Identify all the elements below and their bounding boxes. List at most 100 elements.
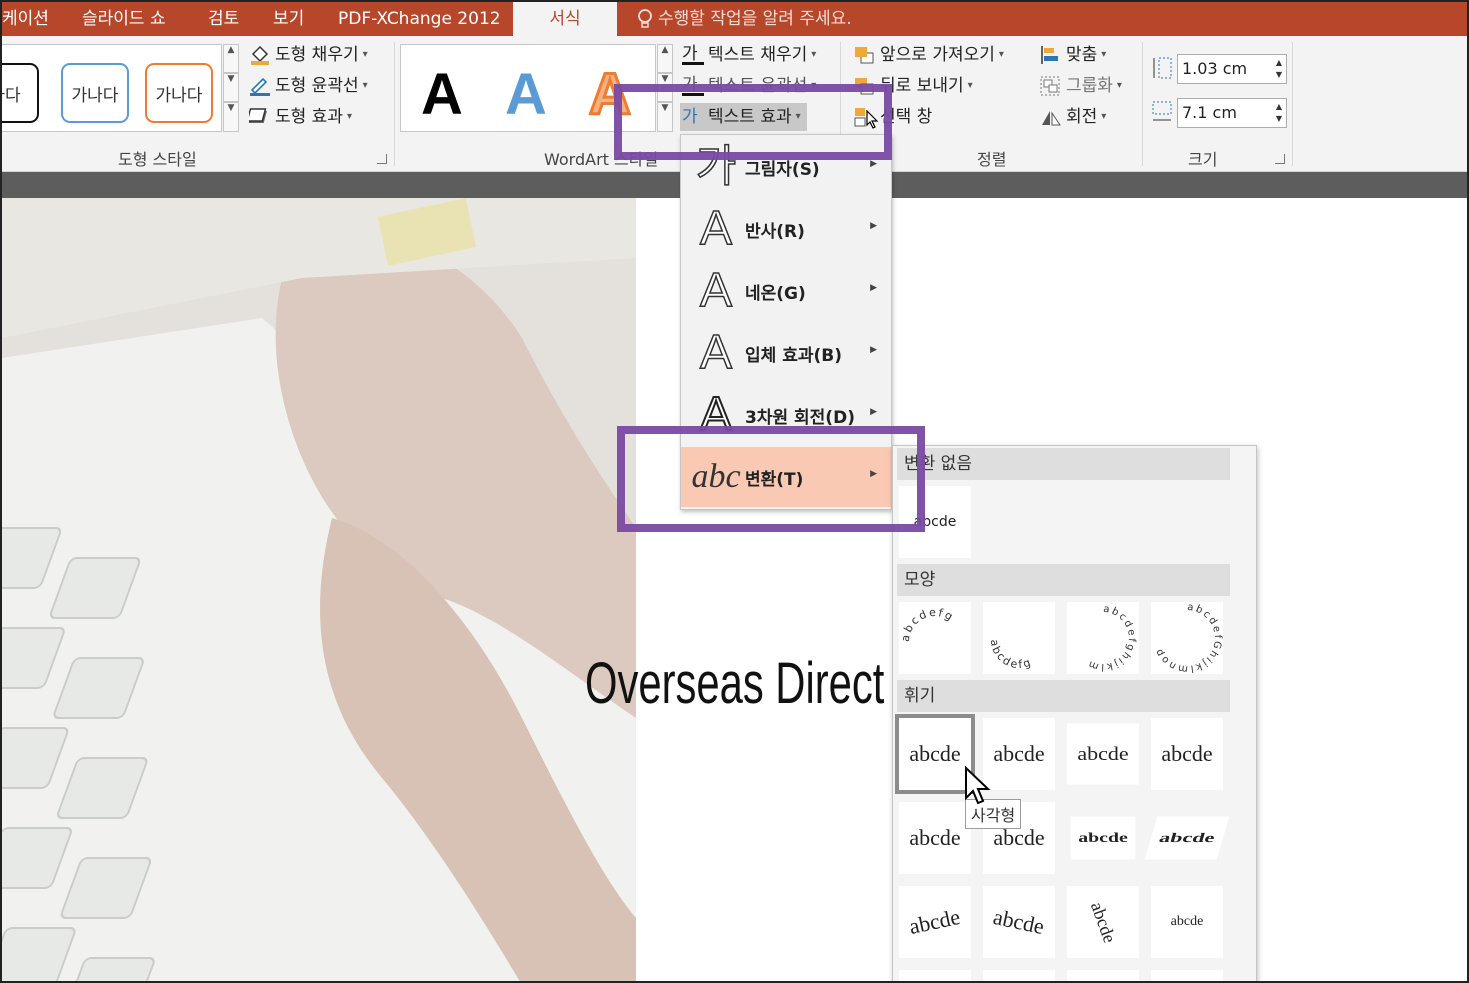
shape-height-input[interactable]: 1.03 cm ▲ ▼: [1177, 54, 1287, 84]
submenu-arrow-icon: ▶: [870, 221, 877, 231]
shape-effects-label: 도형 효과: [275, 107, 343, 127]
text-fill-icon: 가: [682, 45, 704, 65]
svg-text:abcdefghijklm: abcdefghijklm: [1085, 604, 1137, 672]
tab-animation[interactable]: 케이션: [2, 2, 62, 36]
transform-arch-down[interactable]: abcdefg: [983, 602, 1055, 674]
tab-pdf-xchange[interactable]: PDF-XChange 2012: [338, 2, 508, 36]
wordart-style-blue[interactable]: A: [491, 63, 561, 127]
transform-triangle-down[interactable]: abcde: [1067, 723, 1139, 785]
svg-text:abcdefg: abcdefg: [988, 638, 1034, 671]
tab-slideshow[interactable]: 슬라이드 쇼: [82, 2, 192, 36]
gallery-up-button[interactable]: ▲: [223, 44, 239, 73]
size-launcher[interactable]: [1275, 154, 1285, 164]
svg-text:abcdefg: abcdefg: [899, 606, 957, 643]
transform-row-cutoff[interactable]: [1067, 970, 1139, 981]
transform-arch-up[interactable]: abcdefg: [899, 602, 971, 674]
mouse-cursor-icon: [965, 766, 991, 805]
group-label: 그룹화: [1066, 76, 1113, 96]
menu-item-label: 3차원 회전(D): [745, 408, 855, 428]
height-spinner[interactable]: ▲ ▼: [1276, 57, 1282, 81]
svg-text:abcdefGhijklmnop: abcdefGhijklmnop: [1153, 602, 1223, 674]
lightbulb-icon: [638, 9, 652, 28]
transform-square[interactable]: abcde: [895, 714, 975, 794]
wordart-style-black[interactable]: A: [407, 63, 477, 127]
keyboard-photo: [2, 198, 636, 981]
submenu-arrow-icon: ▶: [870, 345, 877, 355]
path-sample-text: abcdefg: [988, 638, 1032, 671]
tab-review[interactable]: 검토: [208, 2, 258, 36]
warp-sample-text: abcde: [907, 903, 963, 940]
submenu-arrow-icon: ▶: [870, 159, 877, 169]
slide-title-text[interactable]: Overseas Direct Pur: [585, 650, 893, 717]
transform-circle[interactable]: abcdefghijklm: [1067, 602, 1139, 674]
gallery-down-button[interactable]: ▼: [223, 73, 239, 102]
group-divider: [1292, 42, 1293, 166]
transform-chevron-up[interactable]: abcde: [1151, 718, 1223, 790]
transform-arch-down-pour[interactable]: abcde: [983, 886, 1055, 958]
wordart-up-button[interactable]: ▲: [657, 44, 673, 73]
menu-item-bevel[interactable]: A 입체 효과(B) ▶: [681, 323, 891, 383]
shape-width-value: 7.1 cm: [1182, 103, 1237, 122]
rotate-label: 회전: [1066, 107, 1098, 127]
tell-me-box[interactable]: 수행할 작업을 알려 주세요.: [636, 2, 852, 36]
submenu-arrow-icon: ▶: [870, 283, 877, 293]
size-group-label: 크기: [1188, 150, 1218, 169]
arrange-group-label: 정렬: [977, 150, 1007, 169]
paint-bucket-icon: [249, 45, 271, 65]
shape-fill-label: 도형 채우기: [275, 45, 359, 65]
rotate-icon: [1040, 107, 1062, 127]
shape-effects-button[interactable]: 도형 효과 ▾: [246, 103, 352, 131]
pencil-icon: [249, 76, 271, 96]
bring-forward-label: 앞으로 가져오기: [880, 45, 995, 65]
menu-item-glow[interactable]: A 네온(G) ▶: [681, 261, 891, 321]
shape-styles-group-label: 도형 스타일: [118, 150, 197, 169]
transform-circle-pour[interactable]: abcde: [1067, 886, 1139, 958]
ribbon-tab-bar: 케이션 슬라이드 쇼 검토 보기 PDF-XChange 2012 서식 수행할…: [2, 2, 1467, 36]
shape-effects-icon: [246, 107, 271, 127]
shape-style-2[interactable]: 가나다: [61, 63, 129, 123]
rotate-button[interactable]: 회전 ▾: [1040, 103, 1106, 131]
transform-arch-up-pour[interactable]: abcde: [899, 886, 971, 958]
shape-fill-button[interactable]: 도형 채우기 ▾: [249, 41, 368, 69]
group-divider: [1142, 42, 1143, 166]
shape-style-1[interactable]: 나다: [2, 63, 39, 123]
transform-row-cutoff[interactable]: [983, 970, 1055, 981]
highlight-box-transform: [617, 426, 925, 532]
text-fill-button[interactable]: 가 텍스트 채우기 ▾: [682, 41, 816, 69]
shape-style-gallery: 나다 가나다 가나다: [2, 44, 222, 132]
transform-ring-outside[interactable]: abcde: [1070, 816, 1136, 860]
align-label: 맞춤: [1066, 45, 1098, 65]
bevel-icon: A: [699, 326, 733, 380]
group-button[interactable]: 그룹화 ▾: [1040, 72, 1122, 100]
menu-item-label: 네온(G): [745, 284, 806, 304]
transform-chevron-down[interactable]: abcde: [899, 802, 971, 874]
transform-row-cutoff[interactable]: [1151, 970, 1223, 981]
transform-button-pour[interactable]: abcde: [1151, 886, 1223, 958]
shape-width-input[interactable]: 7.1 cm ▲ ▼: [1177, 98, 1287, 128]
transform-row-cutoff[interactable]: [899, 970, 971, 981]
shape-height-value: 1.03 cm: [1182, 59, 1248, 78]
tab-view[interactable]: 보기: [273, 2, 323, 36]
submenu-arrow-icon: ▶: [870, 407, 877, 417]
align-button[interactable]: 맞춤 ▾: [1040, 41, 1106, 69]
glow-icon: A: [699, 264, 733, 318]
menu-item-reflection[interactable]: A 반사(R) ▶: [681, 199, 891, 259]
bring-forward-button[interactable]: 앞으로 가져오기 ▾: [854, 41, 1004, 69]
transform-ring-outside-2[interactable]: abcde: [1144, 816, 1230, 860]
path-sample-text: abcdefg: [899, 606, 955, 643]
highlight-box-text-effects: [614, 84, 892, 160]
shape-outline-button[interactable]: 도형 윤곽선 ▾: [249, 72, 368, 100]
gallery-more-button[interactable]: ▼: [223, 102, 239, 132]
tab-format[interactable]: 서식: [513, 2, 617, 36]
shape-outline-label: 도형 윤곽선: [275, 76, 359, 96]
group-icon: [1040, 76, 1062, 96]
bring-forward-icon: [854, 45, 876, 65]
width-spinner[interactable]: ▲ ▼: [1276, 101, 1282, 125]
height-icon: [1151, 56, 1173, 84]
text-fill-label: 텍스트 채우기: [708, 45, 808, 65]
shape-styles-launcher[interactable]: [377, 154, 387, 164]
width-icon: [1151, 100, 1173, 128]
shape-style-3[interactable]: 가나다: [145, 63, 213, 123]
warp-sample-text: abcde: [1086, 898, 1121, 945]
transform-button[interactable]: abcdefGhijklmnop: [1151, 602, 1223, 674]
